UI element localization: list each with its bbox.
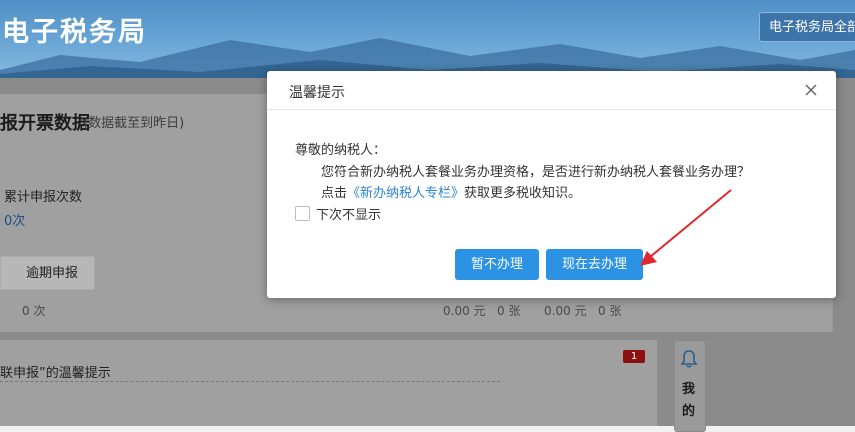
bell-icon bbox=[680, 350, 698, 368]
link-suffix: 获取更多税收知识。 bbox=[464, 186, 582, 201]
dialog-title: 温馨提示 bbox=[289, 85, 345, 101]
side-panel[interactable]: 我的 bbox=[674, 340, 706, 432]
not-now-button[interactable]: 暂不办理 bbox=[455, 249, 539, 280]
overdue-count: 0 次 bbox=[22, 304, 46, 318]
tip-divider bbox=[0, 381, 500, 382]
dialog-link-line: 点击《新办纳税人专栏》获取更多税收知识。 bbox=[321, 182, 581, 201]
cumulative-value[interactable]: 0次 bbox=[4, 210, 25, 229]
dialog-header: 温馨提示 bbox=[267, 71, 836, 110]
link-prefix: 点击 bbox=[321, 186, 348, 201]
cumulative-label: 累计申报次数 bbox=[4, 190, 83, 205]
side-panel-label: 我的 bbox=[682, 382, 696, 419]
header-nav-button[interactable]: 电子税务局全部 bbox=[759, 12, 855, 42]
dont-show-again-checkbox[interactable] bbox=[295, 206, 310, 221]
invoice-count: 0 张 bbox=[598, 304, 622, 318]
header-banner: 电子税务局 电子税务局全部 bbox=[0, 0, 855, 78]
tip-dialog: 温馨提示 尊敬的纳税人： 您符合新办纳税人套餐业务办理资格，是否进行新办纳税人套… bbox=[267, 71, 836, 298]
tip-title[interactable]: 联申报”的温馨提示 bbox=[0, 362, 111, 381]
app-title: 电子税务局 bbox=[2, 17, 147, 48]
amount-value: 0.00 元 bbox=[443, 304, 486, 318]
section-title: 报开票数据 bbox=[0, 113, 90, 134]
dont-show-again-row[interactable]: 下次不显示 bbox=[295, 203, 382, 223]
dont-show-again-label: 下次不显示 bbox=[316, 208, 382, 223]
tips-panel bbox=[0, 340, 657, 426]
dialog-greeting: 尊敬的纳税人： bbox=[295, 143, 387, 158]
section-subtitle: (数据截至到昨日) bbox=[83, 116, 185, 131]
amount-value: 0.00 元 bbox=[544, 304, 587, 318]
close-icon[interactable] bbox=[803, 82, 819, 98]
invoice-count: 0 张 bbox=[497, 304, 521, 318]
handle-now-button[interactable]: 现在去办理 bbox=[546, 249, 643, 280]
dialog-message: 您符合新办纳税人套餐业务办理资格，是否进行新办纳税人套餐业务办理？ bbox=[321, 165, 751, 180]
overdue-tab[interactable]: 逾期申报 bbox=[0, 256, 95, 290]
new-taxpayer-column-link[interactable]: 《新办纳税人专栏》 bbox=[347, 186, 464, 201]
notification-badge: 1 bbox=[623, 350, 645, 363]
